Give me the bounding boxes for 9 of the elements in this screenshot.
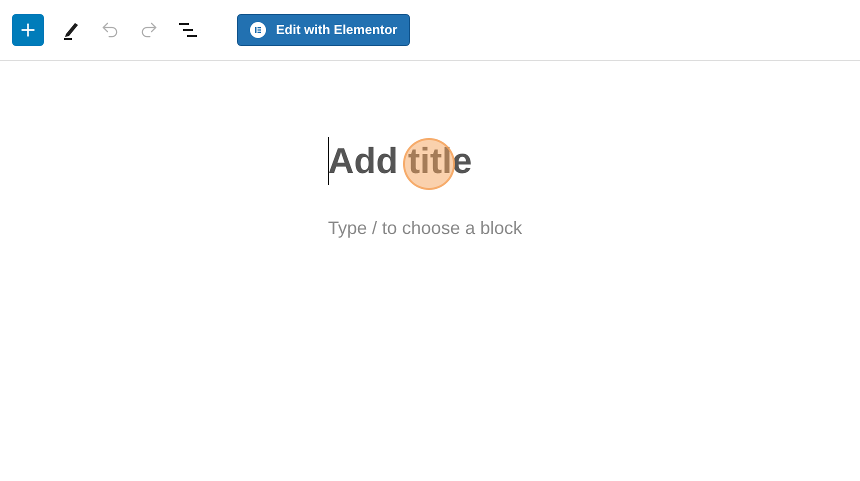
edit-with-elementor-button[interactable]: Edit with Elementor: [237, 14, 410, 46]
list-view-icon: [178, 22, 198, 38]
block-field[interactable]: Type / to choose a block: [328, 215, 628, 241]
pen-icon: [62, 20, 80, 40]
undo-icon: [100, 20, 120, 40]
redo-icon: [139, 20, 159, 40]
elementor-logo-icon: [250, 22, 266, 38]
add-block-button[interactable]: [12, 14, 44, 46]
title-field[interactable]: Add title: [328, 137, 628, 185]
